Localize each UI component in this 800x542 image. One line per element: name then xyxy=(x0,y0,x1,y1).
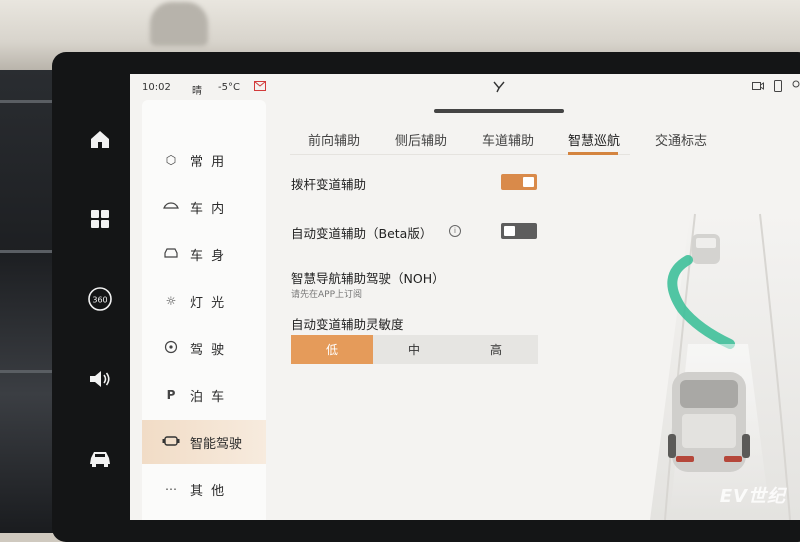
sidebar-item-label: 常 用 xyxy=(190,154,227,170)
tab-smart-cruise[interactable]: 智慧巡航 xyxy=(568,130,620,149)
sensitivity-label: 自动变道辅助灵敏度 xyxy=(291,317,404,332)
sensitivity-option-mid[interactable]: 中 xyxy=(373,335,455,364)
apps-grid-icon[interactable] xyxy=(70,204,130,234)
background-object xyxy=(150,2,208,46)
info-icon[interactable]: i xyxy=(449,225,461,237)
tab-rear-side-assist[interactable]: 侧后辅助 xyxy=(395,130,447,149)
sensitivity-option-high[interactable]: 高 xyxy=(455,335,537,364)
sidebar-item-common[interactable]: ⬡ 常 用 xyxy=(142,138,266,182)
active-tab-indicator xyxy=(568,152,618,155)
trim-stripe xyxy=(0,370,55,373)
car-illustration xyxy=(630,194,800,520)
tab-lane-assist[interactable]: 车道辅助 xyxy=(482,130,534,149)
noh-sublabel: 请先在APP上订阅 xyxy=(291,290,363,300)
sidebar-item-cabin[interactable]: 车 内 xyxy=(142,185,266,229)
steering-wheel-icon xyxy=(158,340,184,357)
sidebar-item-smart-driving[interactable]: 智能驾驶 xyxy=(142,420,266,464)
tab-forward-assist[interactable]: 前向辅助 xyxy=(308,130,360,149)
settings-sidebar: ⬡ 常 用 车 内 车 身 ☼ 灯 光 驾 驶 P 泊 车 智能驾驶 ⋯ 其 他 xyxy=(142,100,266,520)
cube-icon: ⬡ xyxy=(165,153,177,167)
more-icon: ⋯ xyxy=(165,482,177,496)
camera-status-icon xyxy=(752,81,764,94)
smart-drive-icon xyxy=(158,435,184,450)
trim-stripe xyxy=(0,250,55,253)
signal-icon xyxy=(492,79,506,96)
lever-lane-change-label: 拨杆变道辅助 xyxy=(291,177,367,192)
sidebar-item-parking[interactable]: P 泊 车 xyxy=(142,373,266,417)
auto-lane-change-toggle[interactable] xyxy=(501,223,537,239)
infotainment-screen: 10:02 晴 -5°C ⬡ 常 用 车 内 车 身 ☼ 灯 光 驾 驶 P 泊… xyxy=(130,74,800,520)
car-icon[interactable] xyxy=(70,444,130,474)
toggle-knob xyxy=(523,177,534,187)
sidebar-item-body[interactable]: 车 身 xyxy=(142,232,266,276)
sidebar-item-label: 泊 车 xyxy=(190,389,227,405)
toggle-knob xyxy=(504,226,515,236)
light-icon: ☼ xyxy=(165,294,177,308)
mail-icon[interactable] xyxy=(254,81,266,94)
watermark-logo: EV世纪 xyxy=(719,486,786,507)
temperature: -5°C xyxy=(218,82,240,93)
sidebar-item-lights[interactable]: ☼ 灯 光 xyxy=(142,279,266,323)
sidebar-item-label: 灯 光 xyxy=(190,295,227,311)
camera-360-label: 360 xyxy=(92,296,107,305)
noh-label[interactable]: 智慧导航辅助驾驶（NOH） xyxy=(291,268,445,287)
ego-car-icon xyxy=(668,372,750,472)
tab-traffic-signs[interactable]: 交通标志 xyxy=(655,130,707,149)
sidebar-item-label: 车 身 xyxy=(190,248,227,264)
lever-lane-change-toggle[interactable] xyxy=(501,174,537,190)
drag-handle[interactable] xyxy=(434,109,564,113)
auto-lane-change-label: 自动变道辅助（Beta版） xyxy=(291,226,433,241)
sidebar-item-driving[interactable]: 驾 驶 xyxy=(142,326,266,370)
trim-stripe xyxy=(0,100,55,103)
car-interior-icon xyxy=(158,200,184,214)
sidebar-item-other[interactable]: ⋯ 其 他 xyxy=(142,467,266,511)
phone-icon xyxy=(774,80,782,95)
parking-icon: P xyxy=(166,388,176,402)
sensitivity-selector: 低 中 高 xyxy=(291,335,538,364)
weather: 晴 xyxy=(192,86,202,97)
lead-car-icon xyxy=(692,234,720,264)
sidebar-item-label: 其 他 xyxy=(190,483,227,499)
sidebar-item-label: 车 内 xyxy=(190,201,227,217)
car-body-icon xyxy=(158,247,184,262)
user-icon xyxy=(792,80,800,95)
dashboard-trim xyxy=(0,70,60,533)
home-icon[interactable] xyxy=(70,124,130,154)
volume-icon[interactable] xyxy=(70,364,130,394)
sensitivity-option-low[interactable]: 低 xyxy=(291,335,373,364)
quick-rail: 360 xyxy=(70,90,130,530)
sidebar-item-label: 驾 驶 xyxy=(190,342,227,358)
clock: 10:02 xyxy=(142,82,171,93)
sidebar-item-label: 智能驾驶 xyxy=(190,436,243,452)
status-bar: 10:02 晴 -5°C xyxy=(130,74,800,100)
camera-360-icon[interactable]: 360 xyxy=(70,284,130,314)
